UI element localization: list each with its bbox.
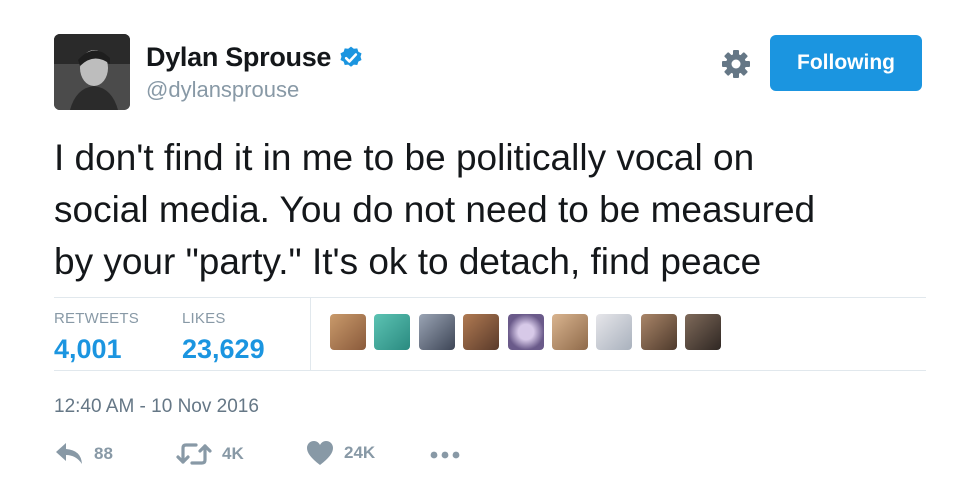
following-button[interactable]: Following [770,35,922,91]
author-avatar[interactable] [54,34,130,110]
avatar-photo [54,34,130,110]
gear-icon[interactable] [720,48,752,80]
liker-avatar[interactable] [374,314,411,350]
more-icon [430,451,460,459]
liker-avatar[interactable] [596,314,633,350]
liker-avatar[interactable] [640,314,677,350]
liker-avatar[interactable] [463,314,500,350]
retweets-stat[interactable]: RETWEETS 4,001 [54,310,139,365]
like-button[interactable]: 24K [306,440,375,466]
stats-bottom-divider [54,370,926,371]
liker-avatar[interactable] [418,314,455,350]
retweet-count: 4K [222,444,244,463]
heart-icon [307,441,333,465]
likes-stat[interactable]: LIKES 23,629 [182,310,265,365]
liked-by-avatars [330,314,730,350]
more-button[interactable] [430,450,460,460]
stats-top-divider [54,297,926,298]
author-info: Dylan Sprouse @dylansprouse [146,42,364,103]
tweet-timestamp[interactable]: 12:40 AM - 10 Nov 2016 [54,396,259,418]
reply-count: 88 [94,444,113,463]
retweets-count: 4,001 [54,334,122,364]
reply-button[interactable]: 88 [54,440,113,468]
tweet-text: I don't find it in me to be politically … [54,137,816,282]
reply-icon [56,443,82,464]
likes-label: LIKES [182,310,226,327]
retweets-label: RETWEETS [54,310,139,327]
retweet-button[interactable]: 4K [176,440,244,468]
liker-avatar[interactable] [685,314,722,350]
author-handle[interactable]: @dylansprouse [146,77,364,103]
retweet-icon [176,443,212,465]
author-display-name[interactable]: Dylan Sprouse [146,42,331,73]
liker-avatar[interactable] [330,314,366,350]
like-count: 24K [344,443,376,462]
liker-avatar[interactable] [551,314,588,350]
liker-avatar[interactable] [507,314,544,350]
stats-separator [310,298,311,370]
likes-count: 23,629 [182,334,265,364]
verified-badge-icon [340,46,362,67]
